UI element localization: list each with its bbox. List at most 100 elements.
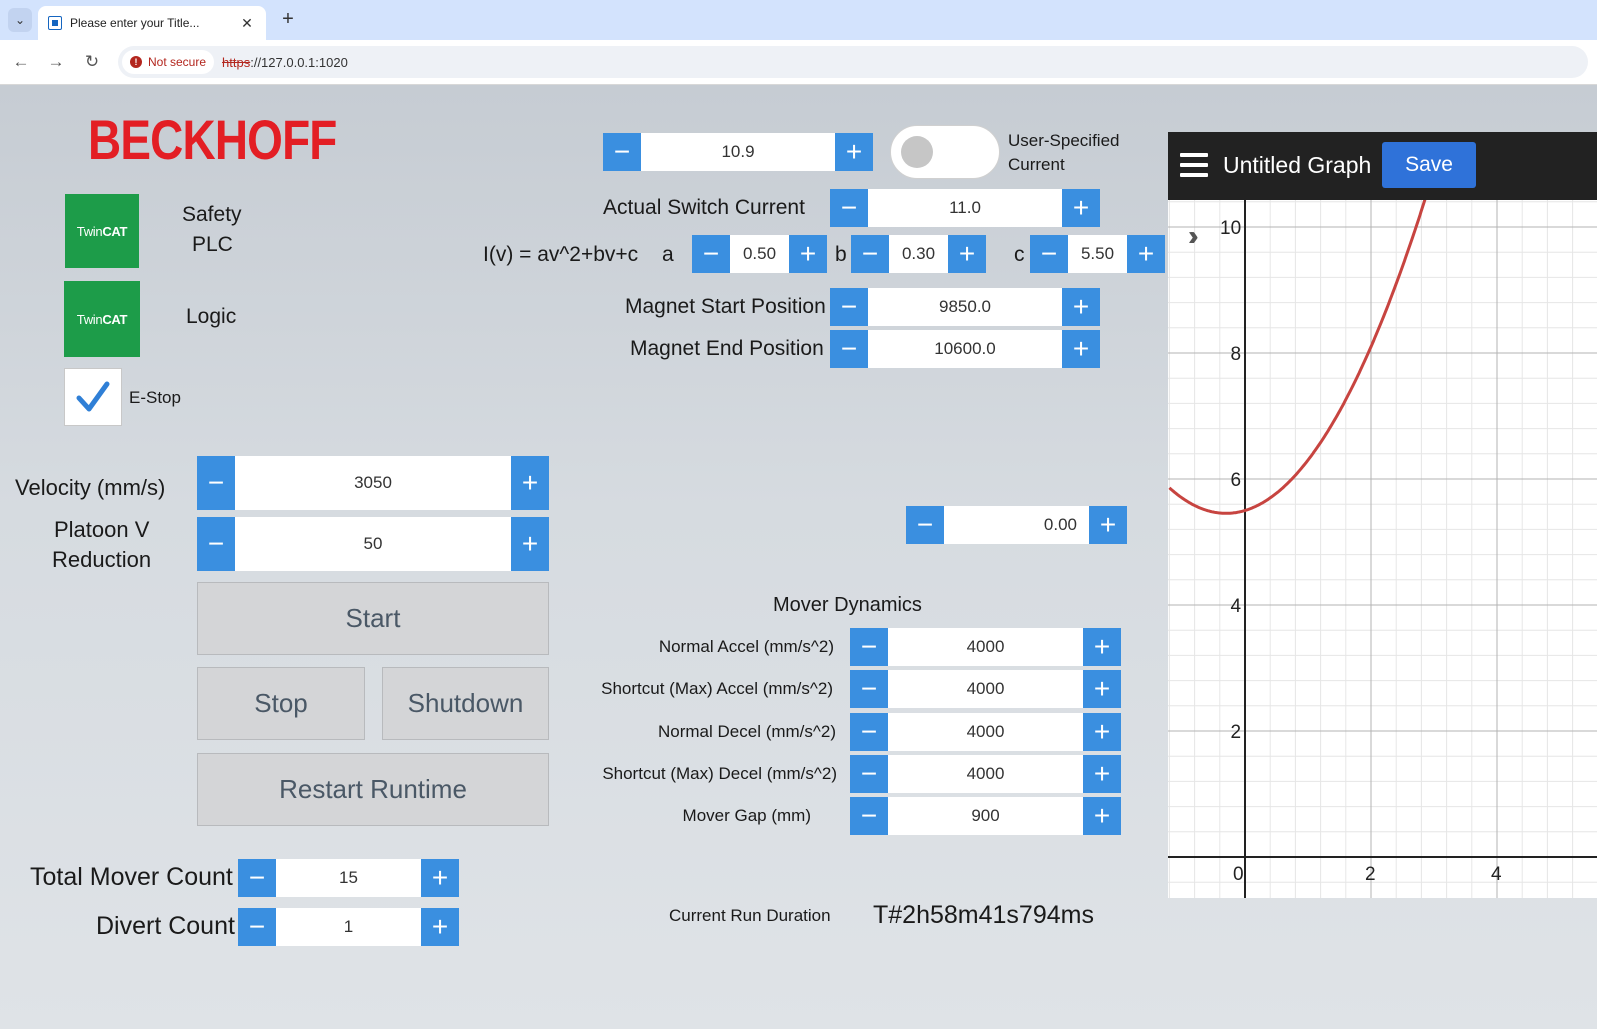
velocity-input[interactable]: 3050 — [235, 456, 511, 510]
platoon-plus-button[interactable]: + — [511, 517, 549, 571]
magnet-start-minus-button[interactable]: − — [830, 288, 868, 326]
coef-c-stepper: − 5.50 + — [1030, 235, 1165, 273]
dynamics-input[interactable]: 4000 — [888, 670, 1083, 709]
platoon-input[interactable]: 50 — [235, 517, 511, 571]
coef-a-input[interactable]: 0.50 — [730, 235, 789, 273]
coef-c-plus-button[interactable]: + — [1127, 235, 1165, 273]
dynamics-plus-button[interactable]: + — [1083, 754, 1121, 793]
save-button[interactable]: Save — [1382, 142, 1476, 188]
dynamics-plus-button[interactable]: + — [1083, 628, 1121, 666]
user-current-plus-button[interactable]: + — [835, 133, 873, 171]
restart-runtime-button[interactable]: Restart Runtime — [197, 753, 549, 826]
graph-title[interactable]: Untitled Graph — [1223, 152, 1371, 179]
dynamics-row-stepper: −4000 + — [850, 628, 1121, 666]
shutdown-button[interactable]: Shutdown — [382, 667, 549, 740]
magnet-end-minus-button[interactable]: − — [830, 330, 868, 368]
misc-input[interactable]: 0.00 — [944, 506, 1089, 544]
checkmark-icon — [76, 381, 110, 412]
close-icon[interactable]: ✕ — [238, 15, 256, 32]
actual-current-minus-button[interactable]: − — [830, 189, 868, 227]
back-icon[interactable]: ← — [9, 51, 33, 75]
browser-tab[interactable]: Please enter your Title... ✕ — [38, 6, 266, 40]
coef-a-plus-button[interactable]: + — [789, 235, 827, 273]
velocity-plus-button[interactable]: + — [511, 456, 549, 510]
dynamics-minus-button[interactable]: − — [850, 712, 888, 751]
divert-plus-button[interactable]: + — [421, 908, 459, 946]
dynamics-input[interactable]: 900 — [888, 797, 1083, 836]
dynamics-plus-button[interactable]: + — [1083, 670, 1121, 709]
magnet-end-input[interactable]: 10600.0 — [868, 330, 1062, 368]
dynamics-input[interactable]: 4000 — [888, 754, 1083, 793]
hamburger-menu-icon[interactable] — [1180, 153, 1208, 177]
total-mover-minus-button[interactable]: − — [238, 859, 276, 897]
user-current-minus-button[interactable]: − — [603, 133, 641, 171]
total-mover-label: Total Mover Count — [30, 863, 233, 891]
graph-header: Untitled Graph Save — [1168, 132, 1597, 200]
dynamics-input[interactable]: 4000 — [888, 712, 1083, 751]
browser-toolbar: ← → ↻ ! Not secure https ://127.0.0.1:10… — [0, 40, 1597, 85]
misc-plus-button[interactable]: + — [1089, 506, 1127, 544]
coef-c-input[interactable]: 5.50 — [1068, 235, 1127, 273]
magnet-start-plus-button[interactable]: + — [1062, 288, 1100, 326]
estop-checkbox[interactable] — [64, 368, 122, 426]
magnet-end-stepper: − 10600.0 + — [830, 330, 1100, 368]
start-button[interactable]: Start — [197, 582, 549, 655]
graph-canvas[interactable]: 0 2 4 2 4 6 8 10 — [1168, 200, 1597, 898]
coef-b-input[interactable]: 0.30 — [889, 235, 948, 273]
coef-a-minus-button[interactable]: − — [692, 235, 730, 273]
user-current-input[interactable]: 10.9 — [641, 133, 835, 171]
new-tab-icon[interactable]: + — [276, 8, 300, 32]
hmi-surface: BECKHOFF TwinCAT Safety PLC TwinCAT Logi… — [0, 85, 1597, 1029]
divert-minus-button[interactable]: − — [238, 908, 276, 946]
tab-search-icon[interactable]: ⌄ — [8, 8, 32, 32]
actual-current-input[interactable]: 11.0 — [868, 189, 1062, 227]
stop-button[interactable]: Stop — [197, 667, 365, 740]
actual-current-plus-button[interactable]: + — [1062, 189, 1100, 227]
coef-b-minus-button[interactable]: − — [851, 235, 889, 273]
misc-value-stepper: − 0.00 + — [906, 506, 1127, 544]
dynamics-row-label: Normal Decel (mm/s^2) — [658, 721, 836, 741]
twincat-logic-badge[interactable]: TwinCAT — [64, 281, 140, 357]
total-mover-plus-button[interactable]: + — [421, 859, 459, 897]
dynamics-plus-button[interactable]: + — [1083, 797, 1121, 836]
magnet-start-input[interactable]: 9850.0 — [868, 288, 1062, 326]
user-specified-toggle[interactable] — [890, 125, 1000, 179]
warning-icon: ! — [130, 56, 142, 68]
address-bar[interactable]: ! Not secure https ://127.0.0.1:1020 — [118, 46, 1588, 78]
misc-minus-button[interactable]: − — [906, 506, 944, 544]
platoon-minus-button[interactable]: − — [197, 517, 235, 571]
magnet-end-label: Magnet End Position — [630, 337, 824, 360]
security-chip[interactable]: ! Not secure — [122, 50, 215, 74]
tab-title: Please enter your Title... — [70, 16, 200, 30]
coef-c-minus-button[interactable]: − — [1030, 235, 1068, 273]
dynamics-minus-button[interactable]: − — [850, 670, 888, 709]
dynamics-minus-button[interactable]: − — [850, 754, 888, 793]
velocity-minus-button[interactable]: − — [197, 456, 235, 510]
dynamics-minus-button[interactable]: − — [850, 628, 888, 666]
origin-tick-label: 0 — [1233, 864, 1244, 885]
dynamics-row-stepper: −900 + — [850, 797, 1121, 836]
x-tick-label: 2 — [1365, 864, 1376, 885]
toggle-label-line2: Current — [1008, 155, 1065, 174]
safety-label-line1: Safety — [182, 203, 242, 226]
magnet-end-plus-button[interactable]: + — [1062, 330, 1100, 368]
dynamics-row-label: Shortcut (Max) Decel (mm/s^2) — [602, 763, 837, 783]
divert-input[interactable]: 1 — [276, 908, 421, 946]
magnet-start-stepper: − 9850.0 + — [830, 288, 1100, 326]
reload-icon[interactable]: ↻ — [80, 51, 104, 75]
estop-label: E-Stop — [129, 388, 181, 407]
coef-b-plus-button[interactable]: + — [948, 235, 986, 273]
velocity-stepper: − 3050 + — [197, 456, 549, 510]
dynamics-plus-button[interactable]: + — [1083, 712, 1121, 751]
expand-list-icon[interactable]: ›› — [1188, 220, 1198, 252]
dynamics-minus-button[interactable]: − — [850, 797, 888, 836]
total-mover-input[interactable]: 15 — [276, 859, 421, 897]
twincat-safety-badge[interactable]: TwinCAT — [65, 194, 139, 268]
forward-icon[interactable]: → — [44, 51, 68, 75]
url-host: ://127.0.0.1:1020 — [250, 54, 348, 70]
coef-b-stepper: − 0.30 + — [851, 235, 986, 273]
dynamics-row-label: Mover Gap (mm) — [682, 806, 811, 826]
y-tick-label: 2 — [1231, 722, 1242, 743]
dynamics-input[interactable]: 4000 — [888, 628, 1083, 666]
toggle-label-line1: User-Specified — [1008, 131, 1120, 150]
